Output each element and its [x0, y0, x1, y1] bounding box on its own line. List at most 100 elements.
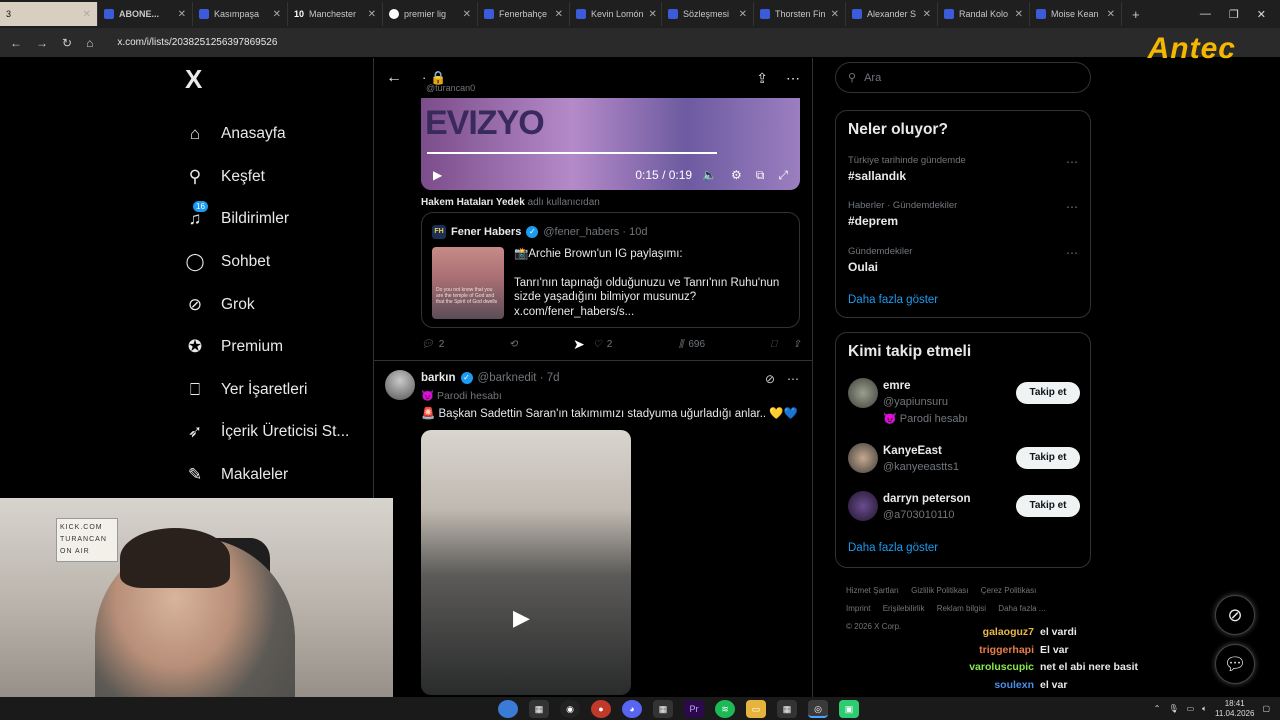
- chat-username[interactable]: varoluscupic: [940, 661, 1034, 679]
- premiere-icon[interactable]: Pr: [684, 699, 704, 718]
- footer-link[interactable]: Reklam bilgisi: [937, 604, 986, 613]
- quoted-thumbnail[interactable]: Do you not know that you are the temple …: [432, 247, 504, 319]
- repost-user[interactable]: Hakem Hataları Yedek: [421, 197, 525, 208]
- trend-item[interactable]: Gündemdekiler Oulai ⋯: [848, 246, 1078, 274]
- browser-tab[interactable]: Kasımpaşa ✕: [193, 2, 288, 26]
- play-icon[interactable]: ▶: [513, 605, 530, 631]
- close-window-icon[interactable]: ✕: [1257, 8, 1266, 21]
- close-icon[interactable]: ✕: [178, 9, 186, 20]
- trend-item[interactable]: Türkiye tarihinde gündemde #sallandık ⋯: [848, 155, 1078, 183]
- new-tab-button[interactable]: +: [1122, 7, 1140, 22]
- follow-suggestion[interactable]: KanyeEast @kanyeeastts1 Takip et: [848, 443, 1080, 477]
- browser-tab[interactable]: Alexander S ✕: [846, 2, 938, 26]
- quoted-link[interactable]: x.com/fener_habers/s...: [514, 305, 784, 320]
- back-icon[interactable]: ←: [10, 36, 22, 50]
- browser-tab[interactable]: Kevin Lomón ✕: [570, 2, 662, 26]
- trend-item[interactable]: Haberler · Gündemdekiler #deprem ⋯: [848, 200, 1078, 228]
- browser-tab[interactable]: 10 Manchester ✕: [288, 2, 383, 26]
- browser-tab[interactable]: ABONE... ✕: [98, 2, 193, 26]
- show-more-link[interactable]: Daha fazla göster: [848, 542, 938, 554]
- close-icon[interactable]: ✕: [1015, 9, 1023, 20]
- close-icon[interactable]: ✕: [1107, 9, 1115, 20]
- obs-icon[interactable]: ◉: [560, 699, 580, 718]
- quoted-tweet[interactable]: FH Fener Habers ✓ @fener_habers · 10d Do…: [421, 212, 800, 328]
- volume-icon[interactable]: 🔈: [702, 168, 717, 183]
- avatar[interactable]: [848, 491, 878, 521]
- more-icon[interactable]: ⋯: [1066, 246, 1078, 260]
- tweet-video[interactable]: ▶: [421, 430, 631, 695]
- sidebar-item-premium[interactable]: ✪ Premium: [175, 326, 365, 369]
- url-field[interactable]: x.com/i/lists/2038251256397869526: [117, 37, 277, 48]
- more-icon[interactable]: ⋯: [787, 372, 799, 386]
- more-icon[interactable]: ⋯: [1066, 155, 1078, 169]
- video-player[interactable]: EVIZYO ▶ 0:15 / 0:19 🔈 ⚙ ⧉ ⤢: [421, 98, 800, 190]
- fullscreen-icon[interactable]: ⤢: [778, 168, 788, 183]
- reload-icon[interactable]: ↻: [62, 36, 72, 50]
- chat-username[interactable]: soulexn: [940, 679, 1034, 697]
- chat-fab[interactable]: 💬︎: [1215, 644, 1255, 684]
- avatar[interactable]: [848, 378, 878, 408]
- sidebar-item-articles[interactable]: ✎ Makaleler: [175, 454, 365, 497]
- restore-icon[interactable]: ❐: [1229, 8, 1239, 21]
- browser-tab[interactable]: Thorsten Fin ✕: [754, 2, 846, 26]
- close-icon[interactable]: ✕: [368, 9, 376, 20]
- notification-icon[interactable]: ▢: [1262, 704, 1270, 713]
- volume-icon[interactable]: 🔈︎: [1202, 704, 1207, 714]
- app-icon[interactable]: ▦: [653, 699, 673, 718]
- chevron-up-icon[interactable]: ⌃: [1154, 704, 1161, 713]
- recorder-icon[interactable]: ●: [591, 699, 611, 718]
- app-icon[interactable]: ▦: [777, 699, 797, 718]
- sidebar-item-explore[interactable]: ⚲ Keşfet: [175, 156, 365, 199]
- close-icon[interactable]: ✕: [83, 9, 91, 20]
- follow-button[interactable]: Takip et: [1016, 495, 1080, 517]
- quoted-author-name[interactable]: Fener Habers: [451, 226, 521, 238]
- bookmark-button[interactable]: ⎕: [771, 339, 793, 350]
- share-icon[interactable]: ⇪: [756, 70, 768, 87]
- sidebar-item-notifications[interactable]: ♫ 16 Bildirimler: [175, 198, 365, 241]
- more-icon[interactable]: ⋯: [1066, 200, 1078, 214]
- x-logo[interactable]: X: [185, 64, 365, 95]
- avatar[interactable]: [848, 443, 878, 473]
- mic-icon[interactable]: 🎙︎: [1168, 704, 1178, 713]
- footer-link[interactable]: Erişilebilirlik: [883, 604, 925, 613]
- sidebar-item-home[interactable]: ⌂ Anasayfa: [175, 113, 365, 156]
- close-icon[interactable]: ✕: [463, 9, 471, 20]
- close-icon[interactable]: ✕: [649, 9, 657, 20]
- avatar[interactable]: [385, 370, 415, 400]
- sidebar-item-grok[interactable]: ⊘ Grok: [175, 283, 365, 326]
- minimize-icon[interactable]: —: [1200, 8, 1211, 21]
- footer-link[interactable]: Gizlilik Politikası: [911, 586, 968, 595]
- follow-button[interactable]: Takip et: [1016, 382, 1080, 404]
- footer-link[interactable]: Hizmet Şartları: [846, 586, 899, 595]
- like-button[interactable]: ♡ 2: [593, 339, 679, 350]
- grok-fab[interactable]: ⊘: [1215, 595, 1255, 635]
- app-icon[interactable]: ▦: [529, 699, 549, 718]
- play-icon[interactable]: ▶: [433, 168, 442, 182]
- reply-button[interactable]: 💬︎ 2: [421, 339, 509, 350]
- pip-icon[interactable]: ⧉: [756, 168, 765, 183]
- chat-username[interactable]: galaoguz7: [940, 626, 1034, 644]
- home-icon[interactable]: ⌂: [86, 36, 93, 50]
- author-name[interactable]: barkın: [421, 372, 456, 384]
- close-icon[interactable]: ✕: [831, 9, 839, 20]
- chrome-active-icon[interactable]: ◎: [808, 699, 828, 718]
- search-input[interactable]: ⚲ Ara: [835, 62, 1091, 93]
- close-icon[interactable]: ✕: [739, 9, 747, 20]
- browser-tab[interactable]: 3 ✕: [0, 2, 98, 26]
- discord-icon[interactable]: ◕: [622, 699, 642, 718]
- show-more-link[interactable]: Daha fazla göster: [848, 294, 938, 306]
- settings-gear-icon[interactable]: ⚙: [731, 168, 742, 183]
- forward-icon[interactable]: →: [36, 36, 48, 50]
- back-arrow-icon[interactable]: ←: [386, 69, 402, 87]
- share-button[interactable]: ⇪: [793, 339, 801, 350]
- close-icon[interactable]: ✕: [923, 9, 931, 20]
- close-icon[interactable]: ✕: [555, 9, 563, 20]
- footer-link[interactable]: Imprint: [846, 604, 870, 613]
- spotify-icon[interactable]: ≋: [715, 699, 735, 718]
- footer-link[interactable]: Çerez Politikası: [981, 586, 1037, 595]
- follow-suggestion[interactable]: emre @yapiunsuru 😈 Parodi hesabı Takip e…: [848, 378, 1080, 425]
- app-icon[interactable]: ▣: [839, 699, 859, 718]
- folder-icon[interactable]: ▭: [746, 699, 766, 718]
- sidebar-item-creator-studio[interactable]: ➶ İçerik Üreticisi St...: [175, 411, 365, 454]
- chrome-icon[interactable]: [498, 699, 518, 718]
